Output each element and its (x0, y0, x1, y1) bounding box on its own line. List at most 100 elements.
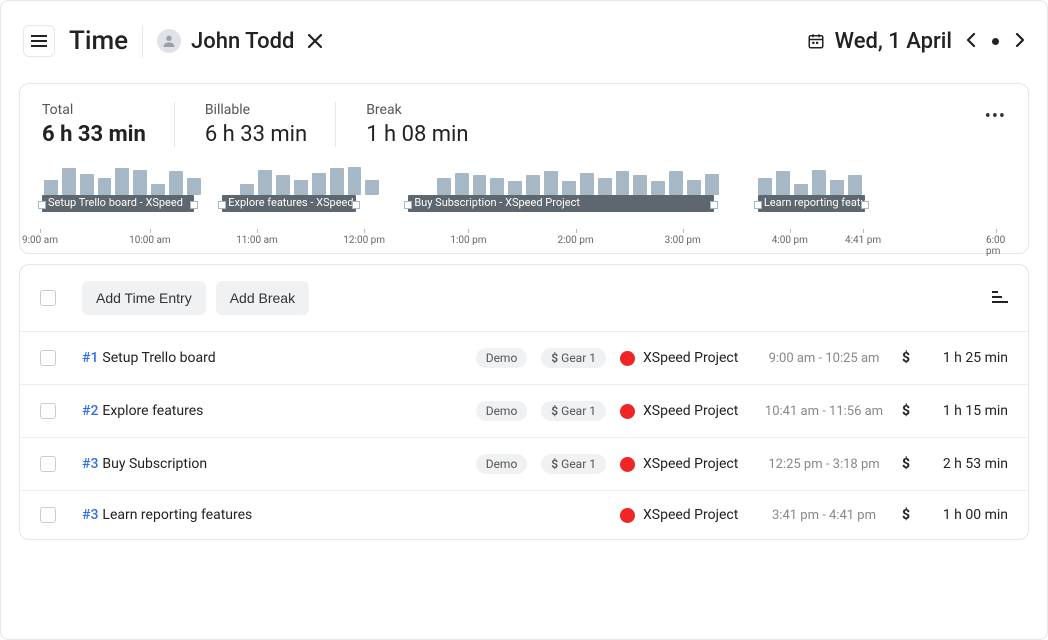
table-row[interactable]: #1Setup Trello boardDemoGear 1XSpeed Pro… (20, 332, 1028, 385)
activity-bar (580, 173, 594, 195)
project-color-dot (620, 457, 635, 472)
timeline-tick: 4:41 pm (845, 235, 881, 246)
entry-resize-handle[interactable] (404, 201, 412, 209)
duration: 2 h 53 min (928, 456, 1008, 472)
billable-indicator[interactable]: $ (898, 456, 914, 472)
activity-bar (187, 178, 201, 195)
table-row[interactable]: #2Explore featuresDemoGear 1XSpeed Proje… (20, 385, 1028, 438)
timeline-entry[interactable]: Buy Subscription - XSpeed Project (408, 195, 714, 212)
activity-bar (669, 171, 683, 195)
timeline-tick: 10:00 am (129, 235, 171, 246)
billable-indicator[interactable]: $ (898, 507, 914, 523)
select-all-checkbox[interactable] (40, 290, 56, 306)
entry-resize-handle[interactable] (352, 201, 360, 209)
stat-label: Break (366, 102, 468, 118)
activity-bar (598, 178, 612, 195)
date-picker[interactable]: Wed, 1 April (807, 29, 952, 54)
stat-block: Break 1 h 08 min (366, 102, 496, 147)
entry-resize-handle[interactable] (218, 201, 226, 209)
project-name: XSpeed Project (643, 507, 738, 523)
row-checkbox[interactable] (40, 350, 56, 366)
project-tag[interactable]: XSpeed Project (620, 350, 750, 366)
timeline-tick: 12:00 pm (343, 235, 385, 246)
activity-bar (794, 184, 808, 195)
entry-resize-handle[interactable] (190, 201, 198, 209)
project-name: XSpeed Project (643, 403, 738, 419)
task-id[interactable]: #2 (82, 403, 98, 419)
timeline-tick: 1:00 pm (450, 235, 486, 246)
divider (142, 25, 143, 57)
user-selector[interactable]: John Todd (157, 29, 294, 54)
activity-bar (169, 171, 183, 195)
timeline-tick: 6:00 pm (986, 235, 1006, 257)
add-break-button[interactable]: Add Break (216, 281, 309, 315)
activity-bar (687, 180, 701, 195)
stat-label: Total (42, 102, 146, 118)
prev-day-button[interactable] (966, 32, 976, 51)
activity-bar (651, 181, 665, 195)
activity-bar (133, 170, 147, 195)
activity-bar (330, 168, 344, 195)
duration: 1 h 15 min (928, 403, 1008, 419)
duration: 1 h 25 min (928, 350, 1008, 366)
table-row[interactable]: #3Buy SubscriptionDemoGear 1XSpeed Proje… (20, 438, 1028, 491)
task-title: Setup Trello board (102, 350, 215, 366)
entries-list: Add Time Entry Add Break #1Setup Trello … (19, 264, 1029, 540)
hamburger-icon (31, 35, 47, 47)
menu-button[interactable] (23, 25, 55, 57)
timeline-entry[interactable]: Explore features - XSpeed (222, 195, 356, 212)
table-row[interactable]: #3Learn reporting featuresXSpeed Project… (20, 491, 1028, 539)
activity-bar (151, 184, 165, 195)
activity-bar (258, 170, 272, 195)
activity-bar (44, 180, 58, 195)
next-day-button[interactable] (1015, 32, 1025, 51)
today-button[interactable] (992, 38, 999, 45)
timeline-tick: 3:00 pm (665, 235, 701, 246)
project-tag[interactable]: XSpeed Project (620, 507, 750, 523)
activity-bar (616, 171, 630, 195)
demo-badge: Demo (476, 348, 528, 368)
summary-menu-button[interactable]: ••• (985, 106, 1006, 127)
activity-bar (830, 180, 844, 195)
row-checkbox[interactable] (40, 456, 56, 472)
time-range: 12:25 pm - 3:18 pm (764, 457, 884, 472)
timeline-entry[interactable]: Learn reporting features (758, 195, 865, 212)
activity-bar (544, 171, 558, 195)
task-id[interactable]: #1 (82, 350, 98, 366)
time-range: 9:00 am - 10:25 am (764, 351, 884, 366)
project-tag[interactable]: XSpeed Project (620, 403, 750, 419)
row-checkbox[interactable] (40, 507, 56, 523)
billable-indicator[interactable]: $ (898, 403, 914, 419)
sort-button[interactable] (992, 289, 1008, 307)
gear-badge: Gear 1 (541, 401, 606, 421)
timeline-entry[interactable]: Setup Trello board - XSpeed (42, 195, 194, 212)
date-label: Wed, 1 April (835, 29, 952, 54)
stat-value: 6 h 33 min (42, 122, 146, 147)
entry-resize-handle[interactable] (861, 201, 869, 209)
header-bar: Time John Todd Wed, 1 April (1, 1, 1047, 73)
clear-user-button[interactable] (308, 29, 322, 53)
add-time-entry-button[interactable]: Add Time Entry (82, 281, 206, 315)
activity-bar (633, 175, 647, 195)
calendar-icon (807, 32, 825, 50)
entry-resize-handle[interactable] (754, 201, 762, 209)
stat-value: 1 h 08 min (366, 122, 468, 147)
billable-indicator[interactable]: $ (898, 350, 914, 366)
entry-resize-handle[interactable] (38, 201, 46, 209)
project-color-dot (620, 404, 635, 419)
task-id[interactable]: #3 (82, 456, 98, 472)
activity-bar (776, 171, 790, 195)
timeline[interactable]: Setup Trello board - XSpeed Explore featu… (42, 165, 1006, 235)
activity-bar (62, 168, 76, 195)
row-checkbox[interactable] (40, 403, 56, 419)
project-tag[interactable]: XSpeed Project (620, 456, 750, 472)
task-id[interactable]: #3 (82, 507, 98, 523)
activity-bar (490, 178, 504, 195)
timeline-tick: 11:00 am (236, 235, 278, 246)
project-color-dot (620, 508, 635, 523)
time-range: 3:41 pm - 4:41 pm (764, 508, 884, 523)
stat-value: 6 h 33 min (205, 122, 307, 147)
entry-resize-handle[interactable] (710, 201, 718, 209)
activity-bar (848, 175, 862, 195)
activity-bar (508, 181, 522, 195)
